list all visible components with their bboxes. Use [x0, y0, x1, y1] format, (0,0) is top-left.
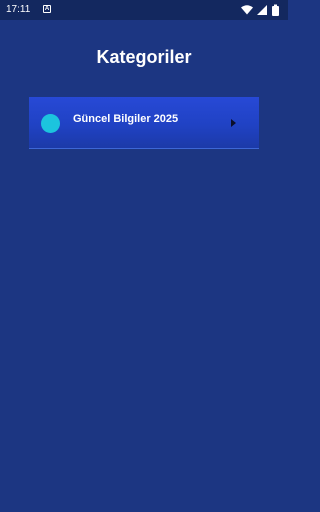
chevron-right-icon	[231, 119, 236, 127]
signal-icon	[257, 5, 267, 15]
category-item-guncel-bilgiler[interactable]: Güncel Bilgiler 2025	[29, 97, 259, 149]
category-dot-icon	[41, 114, 60, 133]
battery-icon	[272, 4, 279, 16]
page-title: Kategoriler	[96, 47, 192, 67]
notification-icon: A	[43, 5, 51, 13]
category-label: Güncel Bilgiler 2025	[73, 113, 179, 125]
status-bar: 17:11 A	[0, 0, 288, 20]
wifi-icon	[241, 5, 253, 15]
status-time: 17:11	[6, 4, 31, 15]
status-icons	[240, 4, 282, 16]
